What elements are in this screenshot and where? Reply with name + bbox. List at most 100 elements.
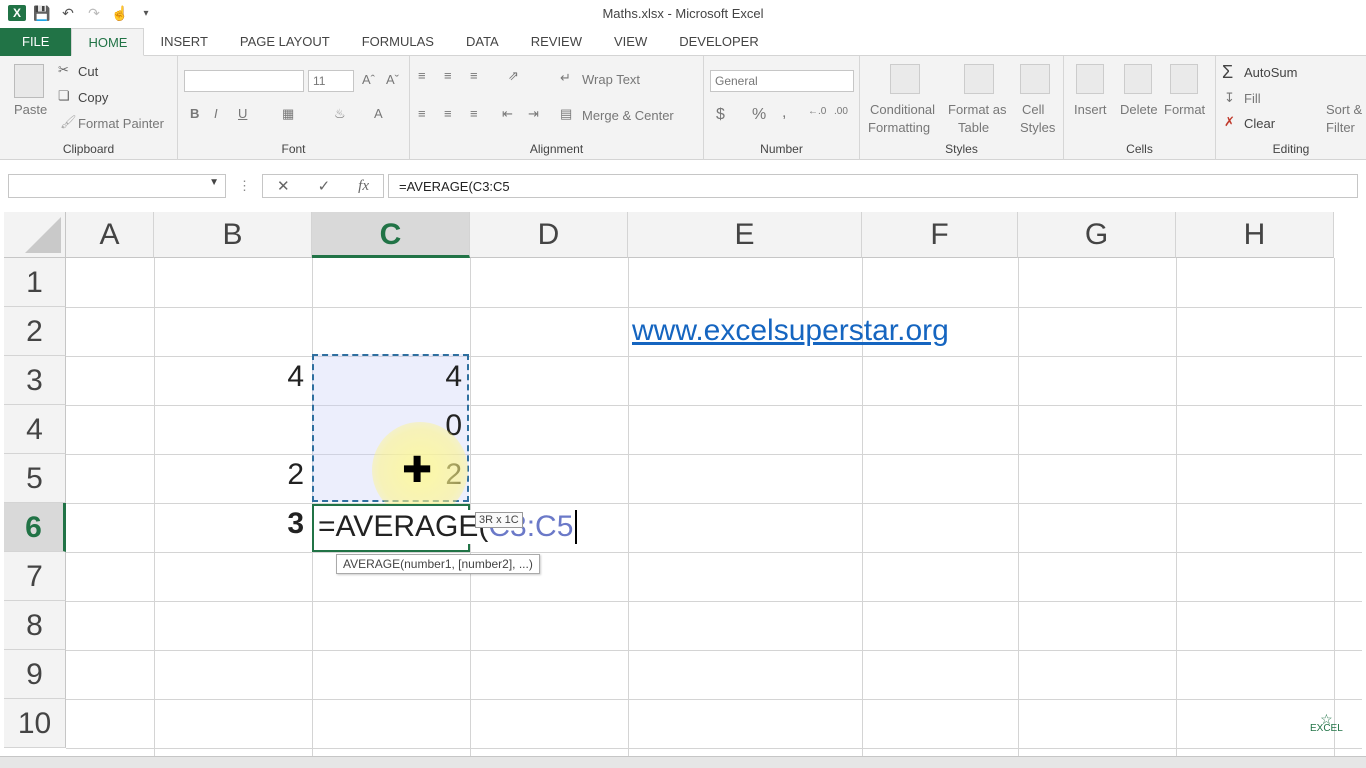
name-box-dropdown-icon[interactable]: ▼ — [209, 177, 219, 188]
format-cells-icon — [1170, 64, 1198, 94]
align-right-icon[interactable]: ≡ — [470, 106, 478, 121]
font-color-icon[interactable]: A — [374, 106, 383, 121]
align-middle-icon[interactable]: ≡ — [444, 68, 452, 83]
title-bar: X 💾 ↶ ↷ ☝ ▾ Maths.xlsx - Microsoft Excel — [0, 0, 1366, 28]
column-header-e[interactable]: E — [628, 212, 862, 258]
cell-c3[interactable]: 4 — [312, 360, 470, 394]
column-header-g[interactable]: G — [1018, 212, 1176, 258]
row-header-5[interactable]: 5 — [4, 454, 66, 503]
italic-button[interactable]: I — [214, 106, 218, 121]
fill-color-icon[interactable]: ♨ — [334, 106, 346, 122]
shrink-font-icon[interactable]: Aˇ — [386, 72, 399, 87]
wrap-text-button[interactable]: Wrap Text — [582, 72, 640, 87]
decrease-indent-icon[interactable]: ⇤ — [502, 106, 513, 122]
fill-button[interactable]: Fill — [1244, 91, 1261, 106]
number-format-combo[interactable]: General — [710, 70, 854, 92]
decrease-decimal-icon[interactable]: .00 — [834, 106, 848, 117]
align-top-icon[interactable]: ≡ — [418, 68, 426, 83]
cell-b3[interactable]: 4 — [154, 360, 312, 394]
cell-e2-link[interactable]: www.excelsuperstar.org — [632, 314, 949, 348]
row-header-1[interactable]: 1 — [4, 258, 66, 307]
alignment-group: ≡ ≡ ≡ ⇗ ↵ Wrap Text ≡ ≡ ≡ ⇤ ⇥ ▤ Merge & … — [410, 56, 704, 160]
formula-prefix: =AVERAGE( — [318, 510, 489, 543]
align-center-icon[interactable]: ≡ — [444, 106, 452, 121]
tab-file[interactable]: FILE — [0, 28, 72, 56]
row-header-4[interactable]: 4 — [4, 405, 66, 454]
tab-data[interactable]: DATA — [450, 28, 515, 56]
orientation-icon[interactable]: ⇗ — [508, 68, 519, 84]
conditional-formatting-button[interactable]: Conditional — [870, 102, 935, 117]
tab-view[interactable]: VIEW — [598, 28, 663, 56]
name-box[interactable]: ▼ — [8, 174, 226, 198]
tab-page-layout[interactable]: PAGE LAYOUT — [224, 28, 346, 56]
comma-button[interactable]: , — [782, 104, 786, 122]
copy-button[interactable]: Copy — [78, 90, 108, 105]
increase-indent-icon[interactable]: ⇥ — [528, 106, 539, 122]
column-header-h[interactable]: H — [1176, 212, 1334, 258]
worksheet-grid[interactable]: A B C D E F G H 1 2 3 4 5 6 7 8 9 10 4 4… — [4, 212, 1362, 756]
tab-home[interactable]: HOME — [71, 28, 145, 56]
column-header-f[interactable]: F — [862, 212, 1018, 258]
autosum-button[interactable]: AutoSum — [1244, 65, 1297, 80]
row-header-3[interactable]: 3 — [4, 356, 66, 405]
row-header-10[interactable]: 10 — [4, 699, 66, 748]
format-painter-button[interactable]: Format Painter — [78, 116, 164, 131]
font-name-combo[interactable] — [184, 70, 304, 92]
font-label: Font — [281, 142, 306, 156]
font-size-combo[interactable]: 11 — [308, 70, 354, 92]
cell-b5[interactable]: 2 — [154, 458, 312, 492]
row-header-2[interactable]: 2 — [4, 307, 66, 356]
clear-button[interactable]: Clear — [1244, 116, 1275, 131]
increase-decimal-icon[interactable]: ←.0 — [808, 106, 826, 117]
cell-cursor-icon: ✚ — [402, 449, 433, 490]
enter-icon[interactable]: ✓ — [318, 177, 331, 195]
align-left-icon[interactable]: ≡ — [418, 106, 426, 121]
borders-icon[interactable]: ▦ — [282, 106, 294, 122]
row-header-7[interactable]: 7 — [4, 552, 66, 601]
format-as-table-button[interactable]: Format as — [948, 102, 1007, 117]
bold-button[interactable]: B — [190, 106, 199, 121]
delete-cells-button[interactable]: Delete — [1120, 102, 1158, 117]
row-header-6[interactable]: 6 — [4, 503, 66, 552]
editing-group: Σ AutoSum ↧ Fill ✗ Clear Sort & Filter E… — [1216, 56, 1366, 160]
cell-c6-editor[interactable]: =AVERAGE(C3:C5 — [318, 510, 578, 544]
editing-label: Editing — [1272, 142, 1310, 156]
paste-button[interactable]: Paste — [14, 102, 47, 117]
insert-function-icon[interactable]: fx — [358, 178, 369, 195]
formula-input[interactable]: =AVERAGE(C3:C5 — [388, 174, 1358, 198]
align-bottom-icon[interactable]: ≡ — [470, 68, 478, 83]
sheet-tab-bar — [0, 756, 1366, 768]
tab-formulas[interactable]: FORMULAS — [346, 28, 450, 56]
row-header-8[interactable]: 8 — [4, 601, 66, 650]
insert-cells-button[interactable]: Insert — [1074, 102, 1107, 117]
copy-icon: ❏ — [58, 88, 70, 103]
column-header-b[interactable]: B — [154, 212, 312, 258]
underline-button[interactable]: U — [238, 106, 247, 121]
currency-button[interactable]: $ — [716, 106, 725, 124]
merge-center-button[interactable]: Merge & Center — [582, 108, 674, 123]
insert-cells-icon — [1076, 64, 1104, 94]
format-cells-button[interactable]: Format — [1164, 102, 1205, 117]
tab-review[interactable]: REVIEW — [515, 28, 598, 56]
tab-insert[interactable]: INSERT — [144, 28, 223, 56]
cells-group: Insert Delete Format Cells — [1064, 56, 1216, 160]
paste-icon[interactable] — [14, 64, 44, 98]
wrap-text-icon: ↵ — [560, 70, 571, 85]
ribbon: Paste ✂ Cut ❏ Copy 🖌 Format Painter Clip… — [0, 56, 1366, 160]
sort-filter-button[interactable]: Sort & — [1326, 102, 1362, 117]
row-header-9[interactable]: 9 — [4, 650, 66, 699]
select-all-button[interactable] — [4, 212, 66, 258]
cancel-icon[interactable]: ✕ — [277, 177, 290, 195]
column-header-d[interactable]: D — [470, 212, 628, 258]
cell-b6[interactable]: 3 — [154, 507, 312, 541]
percent-button[interactable]: % — [752, 106, 766, 124]
cell-styles-button[interactable]: Cell — [1022, 102, 1044, 117]
column-header-a[interactable]: A — [66, 212, 154, 258]
formula-bar: ▼ ⋮ ✕ ✓ fx =AVERAGE(C3:C5 — [0, 170, 1366, 202]
column-header-c[interactable]: C — [312, 212, 470, 258]
tab-developer[interactable]: DEVELOPER — [663, 28, 774, 56]
cut-button[interactable]: Cut — [78, 64, 98, 79]
format-as-table-label2: Table — [958, 120, 990, 135]
grow-font-icon[interactable]: Aˆ — [362, 72, 375, 87]
cell-styles-label2: Styles — [1020, 120, 1056, 135]
